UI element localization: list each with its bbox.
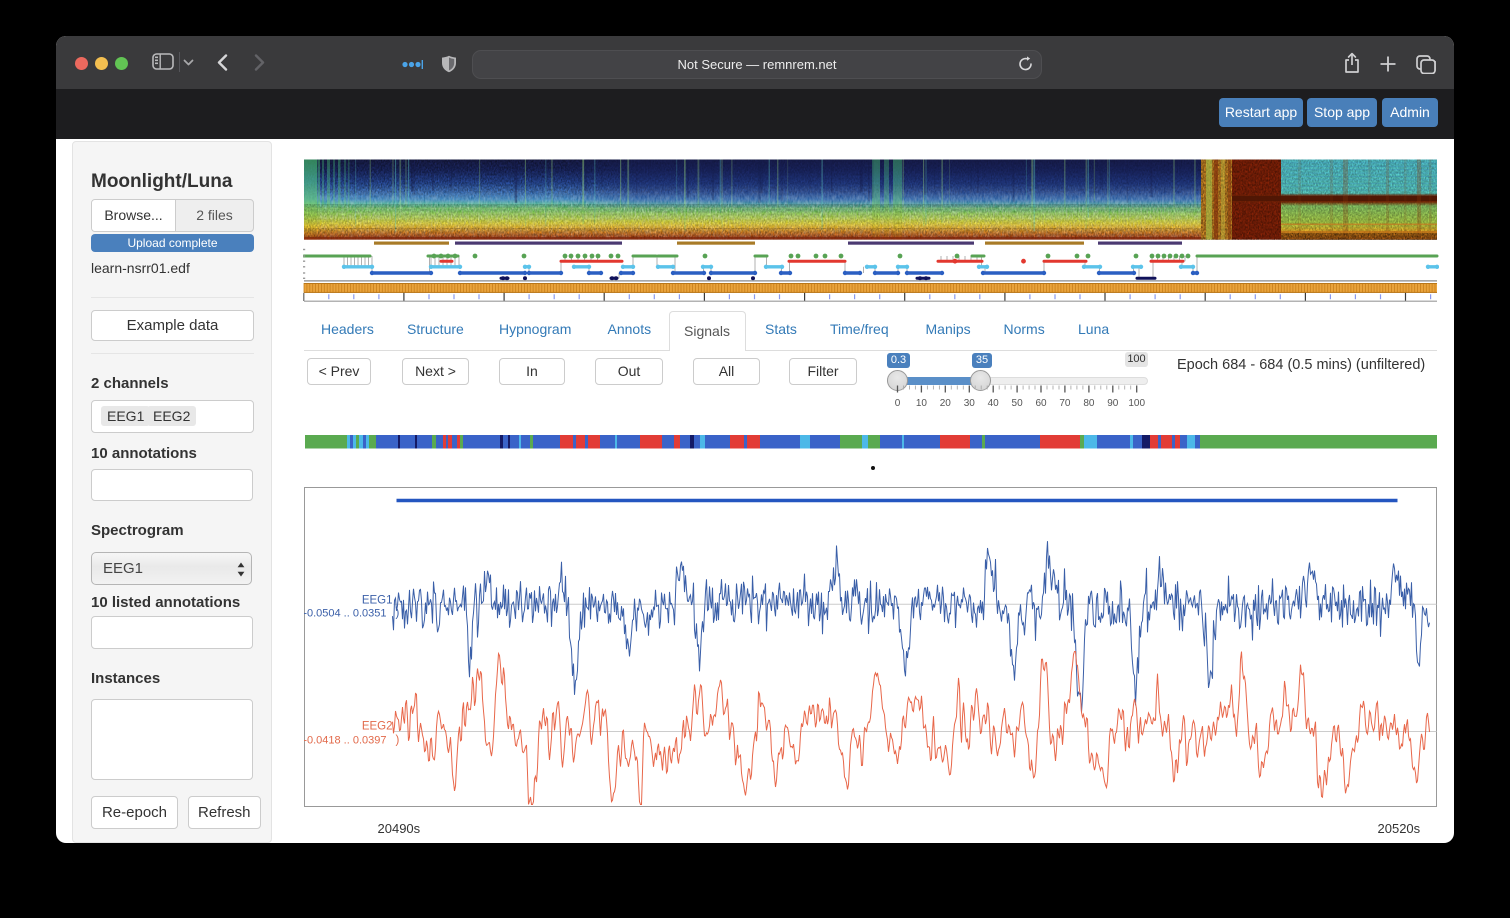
svg-text:50: 50: [1012, 398, 1024, 409]
svg-text:80: 80: [1083, 398, 1095, 409]
svg-text:-0.0504 .. 0.0351: -0.0504 .. 0.0351: [304, 607, 387, 619]
svg-text:): ): [395, 734, 399, 746]
svg-text:40: 40: [988, 398, 1000, 409]
svg-text:10: 10: [916, 398, 928, 409]
svg-text:EEG2: EEG2: [361, 720, 392, 732]
svg-text:90: 90: [1107, 398, 1119, 409]
svg-text:60: 60: [1035, 398, 1047, 409]
svg-text:100: 100: [1128, 398, 1145, 409]
svg-text:70: 70: [1059, 398, 1071, 409]
svg-text:EEG1: EEG1: [361, 594, 392, 606]
svg-text:30: 30: [964, 398, 976, 409]
svg-text:20: 20: [940, 398, 952, 409]
svg-text:-0.0418 .. 0.0397: -0.0418 .. 0.0397: [304, 734, 387, 746]
svg-text:0: 0: [895, 398, 901, 409]
